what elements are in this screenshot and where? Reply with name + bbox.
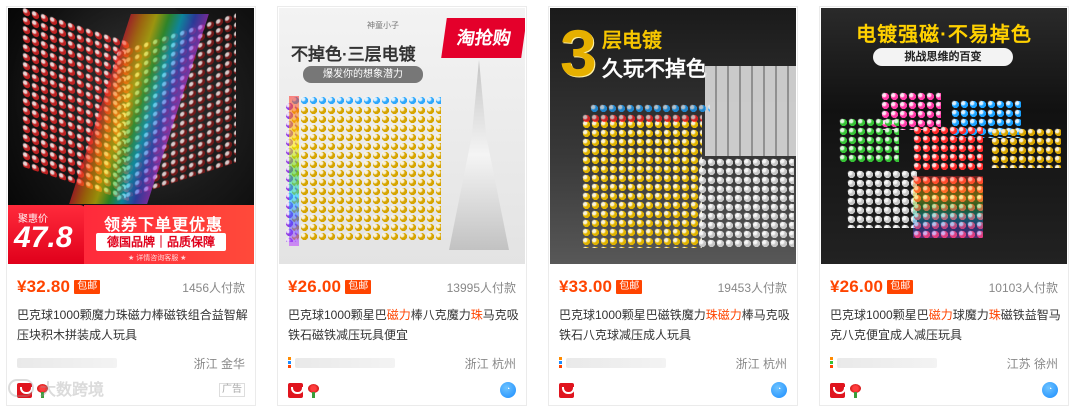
shop-color-marker [288, 357, 291, 369]
location: 浙江 金华 [193, 356, 245, 371]
flower-icon [848, 382, 863, 398]
title-keyword: 珠磁力 [705, 308, 742, 322]
free-shipping-badge: 包邮 [345, 280, 372, 294]
product-card[interactable]: 3 层电镀 久玩不掉色 ¥33.00 包邮 19453人付款 巴克球1000颗星… [548, 6, 798, 406]
product-card[interactable]: 电镀强磁·不易掉色 挑战思维的百变 ¥26.00 包邮 10103人付款 巴克球… [819, 6, 1069, 406]
wangwang-chat-icon[interactable]: ◔ [500, 382, 516, 398]
title-part: 棒八克魔力 [410, 308, 471, 322]
product-image[interactable]: 聚惠价 47.8 领券下单更优惠 德国品牌｜品质保障 ★ 详情咨询客服 ★ [8, 8, 254, 264]
wangwang-chat-icon[interactable]: ◔ [1042, 382, 1058, 398]
eiffel-tower-shape [449, 60, 509, 250]
promo-line-3: ★ 详情咨询客服 ★ [128, 255, 187, 262]
badges-row: ◔ [830, 381, 1058, 399]
product-title[interactable]: 巴克球1000颗星巴磁铁魔力珠磁力棒马克吸铁石八克球减压成人玩具 [559, 305, 791, 345]
image-big-number: 3 [560, 16, 597, 90]
title-part: 巴克球1000颗星巴磁铁魔力 [559, 308, 706, 322]
promo-text: 领券下单更优惠 德国品牌｜品质保障 ★ 详情咨询客服 ★ [84, 205, 254, 264]
sales-count: 1456人付款 [182, 280, 245, 295]
shop-color-marker [830, 357, 833, 369]
title-keyword: 珠 [988, 308, 1001, 322]
watermark: 大数跨境 [8, 376, 104, 400]
price-row: ¥26.00 包邮 13995人付款 [288, 277, 516, 297]
product-title[interactable]: 巴克球1000颗星巴磁力球魔力珠磁铁益智马克八克便宜成人减压玩具 [830, 305, 1062, 345]
image-pill: 爆发你的想象潜力 [303, 66, 423, 83]
tmall-icon [559, 382, 575, 398]
promo-price: 47.8 [14, 221, 73, 254]
image-headline: 电镀强磁·不易掉色 [856, 24, 1032, 46]
price-row: ¥32.80 包邮 1456人付款 [17, 277, 245, 297]
location: 江苏 徐州 [1006, 356, 1058, 371]
tao-badge: 淘抢购 [441, 18, 525, 58]
price: ¥26.00 [288, 277, 342, 296]
product-grid: 聚惠价 47.8 领券下单更优惠 德国品牌｜品质保障 ★ 详情咨询客服 ★ ¥3… [6, 6, 1072, 406]
wangwang-chat-icon[interactable]: ◔ [771, 382, 787, 398]
image-line-2: 久玩不掉色 [602, 58, 707, 81]
free-shipping-badge: 包邮 [74, 280, 101, 294]
sales-count: 13995人付款 [446, 280, 516, 295]
shop-meta: 浙江 金华 [17, 355, 245, 371]
title-part: 巴克球1000颗星巴 [830, 308, 929, 322]
price: ¥33.00 [559, 277, 613, 296]
sales-count: 19453人付款 [717, 280, 787, 295]
product-title[interactable]: 巴克球1000颗魔力珠磁力棒磁铁组合益智解压块积木拼装成人玩具 [17, 305, 249, 345]
promo-price-tag: 聚惠价 47.8 [8, 205, 86, 264]
image-subtitle: 挑战思维的百变 [873, 48, 1013, 66]
image-line-1: 层电镀 [602, 30, 662, 52]
sales-count: 10103人付款 [988, 280, 1058, 295]
cube-grid [705, 66, 796, 156]
shop-meta: 江苏 徐州 [830, 355, 1058, 371]
shop-color-marker [559, 357, 562, 369]
flower-icon [306, 382, 321, 398]
image-headline: 不掉色·三层电镀 [291, 45, 416, 64]
title-keyword: 磁力 [386, 308, 411, 322]
price: ¥26.00 [830, 277, 884, 296]
product-card[interactable]: 聚惠价 47.8 领券下单更优惠 德国品牌｜品质保障 ★ 详情咨询客服 ★ ¥3… [6, 6, 256, 406]
product-image[interactable]: 电镀强磁·不易掉色 挑战思维的百变 [821, 8, 1067, 264]
title-part: 巴克球1000颗魔力珠磁力棒磁铁组合益智解压块积木拼装成人玩具 [17, 308, 248, 342]
promo-line-2: 德国品牌｜品质保障 [96, 233, 226, 251]
badges-row: ◔ [288, 381, 516, 399]
badges-row: ◔ [559, 381, 787, 399]
tmall-icon [288, 382, 304, 398]
title-part: 巴克球1000颗星巴 [288, 308, 387, 322]
shop-name-blurred[interactable] [17, 358, 117, 368]
product-image[interactable]: 神童小子 不掉色·三层电镀 爆发你的想象潜力 淘抢购 [279, 8, 525, 264]
product-image[interactable]: 3 层电镀 久玩不掉色 [550, 8, 796, 264]
shop-meta: 浙江 杭州 [288, 355, 516, 371]
price-row: ¥26.00 包邮 10103人付款 [830, 277, 1058, 297]
shop-name-blurred[interactable] [837, 358, 937, 368]
ad-tag: 广告 [219, 383, 245, 397]
title-part: 球魔力 [952, 308, 989, 322]
price: ¥32.80 [17, 277, 71, 296]
product-card[interactable]: 神童小子 不掉色·三层电镀 爆发你的想象潜力 淘抢购 ¥26.00 包邮 139… [277, 6, 527, 406]
shop-name-blurred[interactable] [566, 358, 666, 368]
free-shipping-badge: 包邮 [887, 280, 914, 294]
image-brand: 神童小子 [367, 21, 399, 30]
free-shipping-badge: 包邮 [616, 280, 643, 294]
watermark-logo-icon [8, 379, 34, 397]
product-title[interactable]: 巴克球1000颗星巴磁力棒八克魔力珠马克吸铁石磁铁减压玩具便宜 [288, 305, 520, 345]
location: 浙江 杭州 [464, 356, 516, 371]
promo-line-1: 领券下单更优惠 [104, 217, 224, 234]
price-row: ¥33.00 包邮 19453人付款 [559, 277, 787, 297]
location: 浙江 杭州 [735, 356, 787, 371]
title-keyword: 磁力 [928, 308, 953, 322]
watermark-text: 大数跨境 [40, 382, 105, 399]
shop-name-blurred[interactable] [295, 358, 395, 368]
title-keyword: 珠 [470, 308, 483, 322]
shop-meta: 浙江 杭州 [559, 355, 787, 371]
promo-banner: 聚惠价 47.8 领券下单更优惠 德国品牌｜品质保障 ★ 详情咨询客服 ★ [8, 205, 254, 264]
tmall-icon [830, 382, 846, 398]
